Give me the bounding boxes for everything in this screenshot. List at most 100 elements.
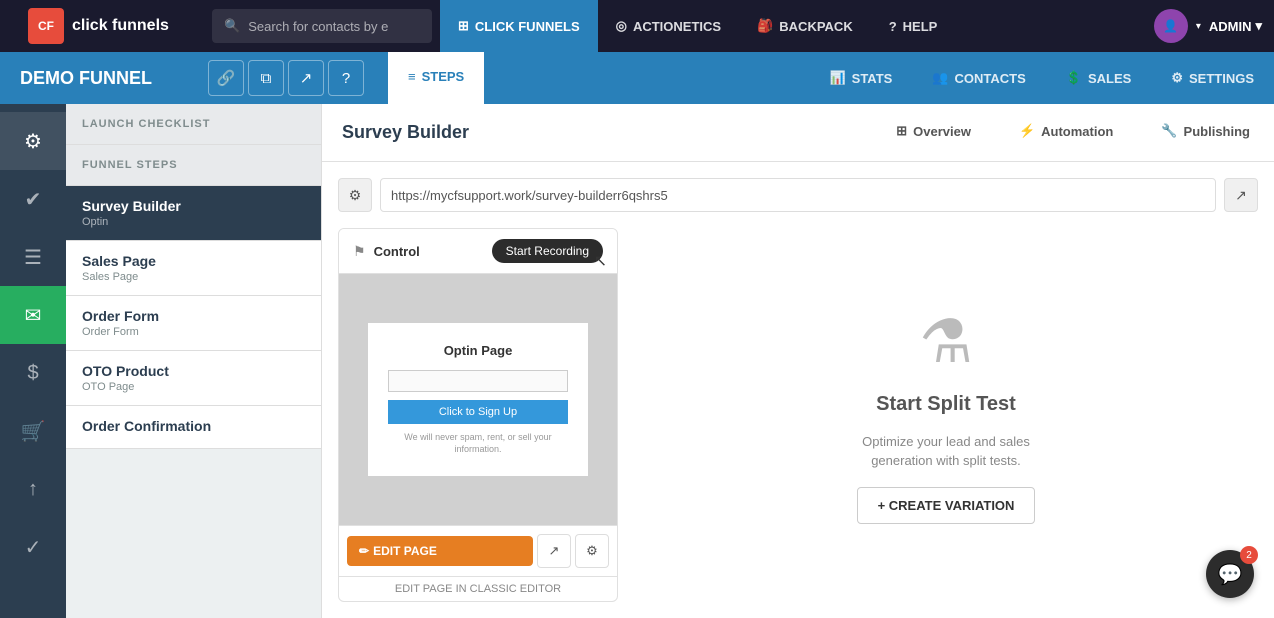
content-tab-automation[interactable]: ⚡ Automation — [995, 104, 1137, 162]
edit-page-button[interactable]: ✏ EDIT PAGE — [347, 536, 533, 566]
tab-steps[interactable]: ≡ STEPS — [388, 52, 484, 104]
tab-contacts[interactable]: 👥 CONTACTS — [912, 52, 1045, 104]
create-variation-button[interactable]: + CREATE VARIATION — [857, 487, 1036, 524]
top-nav-items: ⊞ CLICK FUNNELS ◎ ACTIONETICS 🎒 BACKPACK… — [440, 0, 1154, 52]
actionetics-icon: ◎ — [616, 18, 627, 34]
top-nav-help[interactable]: ? HELP — [871, 0, 956, 52]
admin-label[interactable]: ADMIN ▾ — [1209, 18, 1262, 34]
split-test-description: Optimize your lead and sales generation … — [836, 432, 1056, 471]
stats-icon: 📊 — [829, 70, 845, 86]
tab-settings[interactable]: ⚙ SETTINGS — [1151, 52, 1274, 104]
second-nav-tabs: ≡ STEPS — [388, 52, 484, 104]
url-external-link-button[interactable]: ↗ — [1224, 178, 1258, 212]
funnel-title: DEMO FUNNEL — [0, 68, 200, 89]
logo-icon: CF — [28, 8, 64, 44]
menu-icon: ☰ — [24, 245, 42, 270]
sidebar-item-upload[interactable]: ↑ — [0, 460, 66, 518]
step-oto-product[interactable]: OTO Product OTO Page — [66, 351, 321, 406]
split-test-area: ⚑ Control Start Recording ↖ Optin Page — [338, 228, 1258, 602]
sidebar-item-check2[interactable]: ✓ — [0, 518, 66, 576]
flag-icon: ⚑ — [353, 243, 366, 260]
steps-label: STEPS — [422, 69, 465, 84]
step-name: Order Form — [82, 308, 305, 324]
variant-settings-btn[interactable]: ⚙ — [575, 534, 609, 568]
logo-text: click funnels — [72, 17, 169, 35]
chat-badge: 2 — [1240, 546, 1258, 564]
chevron-icon: ▾ — [1196, 21, 1201, 32]
search-icon: 🔍 — [224, 18, 240, 34]
sidebar-item-menu[interactable]: ☰ — [0, 228, 66, 286]
funnel-steps-panel: LAUNCH CHECKLIST FUNNEL STEPS Survey Bui… — [66, 104, 322, 618]
sidebar-item-cart[interactable]: 🛒 — [0, 402, 66, 460]
clickfunnels-label: CLICK FUNNELS — [475, 19, 580, 34]
upload-icon: ↑ — [28, 478, 38, 501]
settings-label: SETTINGS — [1189, 71, 1254, 86]
step-sales-page[interactable]: Sales Page Sales Page — [66, 241, 321, 296]
publishing-wrench-icon: 🔧 — [1161, 123, 1177, 139]
sidebar-icons: ⚙ ✔ ☰ ✉ $ 🛒 ↑ ✓ — [0, 104, 66, 618]
chat-bubble[interactable]: 💬 2 — [1206, 550, 1254, 598]
url-input[interactable] — [380, 178, 1216, 212]
step-type: Order Form — [82, 326, 305, 338]
sidebar-item-email[interactable]: ✉ — [0, 286, 66, 344]
url-bar: ⚙ ↗ — [338, 178, 1258, 212]
tab-stats[interactable]: 📊 STATS — [809, 52, 912, 104]
step-type: Sales Page — [82, 271, 305, 283]
actionetics-label: ACTIONETICS — [633, 19, 721, 34]
step-name: OTO Product — [82, 363, 305, 379]
step-name: Survey Builder — [82, 198, 305, 214]
logo[interactable]: CF click funnels — [12, 8, 212, 44]
optin-email-field — [388, 370, 568, 392]
funnel-steps-header[interactable]: FUNNEL STEPS — [66, 145, 321, 186]
main-layout: ⚙ ✔ ☰ ✉ $ 🛒 ↑ ✓ LAUNCH CHECKLIST FUNNEL … — [0, 104, 1274, 618]
dollar-icon: $ — [27, 362, 38, 385]
stats-label: STATS — [852, 71, 893, 86]
clickfunnels-icon: ⊞ — [458, 18, 469, 34]
external-link-btn[interactable]: ↗ — [288, 60, 324, 96]
tab-sales[interactable]: 💲 SALES — [1046, 52, 1152, 104]
help-icon: ? — [889, 19, 897, 34]
content-body: ⚙ ↗ ⚑ Control Start Recording ↖ — [322, 162, 1274, 618]
step-name: Order Confirmation — [82, 418, 305, 434]
variant-external-link-btn[interactable]: ↗ — [537, 534, 571, 568]
step-survey-builder[interactable]: Survey Builder Optin — [66, 186, 321, 241]
optin-signup-btn[interactable]: Click to Sign Up — [388, 400, 568, 424]
url-settings-button[interactable]: ⚙ — [338, 178, 372, 212]
sidebar-item-settings[interactable]: ⚙ — [0, 112, 66, 170]
top-nav-backpack[interactable]: 🎒 BACKPACK — [739, 0, 871, 52]
avatar[interactable]: 👤 — [1154, 9, 1188, 43]
sales-label: SALES — [1088, 71, 1131, 86]
sidebar-item-dollar[interactable]: $ — [0, 344, 66, 402]
variant-header: ⚑ Control Start Recording ↖ — [339, 229, 617, 274]
edit-pencil-icon: ✏ — [359, 544, 369, 558]
start-recording-button[interactable]: Start Recording ↖ — [492, 239, 603, 263]
edit-classic-link[interactable]: EDIT PAGE IN CLASSIC EDITOR — [339, 576, 617, 601]
flask-icon: ⚗ — [919, 307, 973, 377]
step-order-form[interactable]: Order Form Order Form — [66, 296, 321, 351]
top-nav-right: 👤 ▾ ADMIN ▾ — [1154, 9, 1262, 43]
help-label: HELP — [903, 19, 938, 34]
step-order-confirmation[interactable]: Order Confirmation — [66, 406, 321, 449]
optin-page-preview: Optin Page Click to Sign Up We will neve… — [368, 323, 588, 475]
cursor-icon: ↖ — [594, 251, 607, 271]
email-icon: ✉ — [25, 303, 42, 328]
optin-disclaimer: We will never spam, rent, or sell your i… — [388, 432, 568, 455]
settings-gear-icon: ⚙ — [24, 129, 42, 154]
content-tab-overview[interactable]: ⊞ Overview — [872, 104, 995, 162]
content-header-tabs: ⊞ Overview ⚡ Automation 🔧 Publishing — [872, 104, 1274, 162]
variant-footer: ✏ EDIT PAGE ↗ ⚙ — [339, 525, 617, 576]
launch-checklist-header[interactable]: LAUNCH CHECKLIST — [66, 104, 321, 145]
question-btn[interactable]: ? — [328, 60, 364, 96]
copy-btn[interactable]: ⧉ — [248, 60, 284, 96]
sidebar-item-checklist[interactable]: ✔ — [0, 170, 66, 228]
split-test-cta: ⚗ Start Split Test Optimize your lead an… — [634, 228, 1258, 602]
steps-icon: ≡ — [408, 69, 416, 84]
content-tab-publishing[interactable]: 🔧 Publishing — [1137, 104, 1274, 162]
content-header: Survey Builder ⊞ Overview ⚡ Automation 🔧… — [322, 104, 1274, 162]
link-btn[interactable]: 🔗 — [208, 60, 244, 96]
variant-preview: Optin Page Click to Sign Up We will neve… — [339, 274, 617, 525]
content-title: Survey Builder — [342, 122, 872, 143]
top-nav-actionetics[interactable]: ◎ ACTIONETICS — [598, 0, 739, 52]
search-bar[interactable]: 🔍 Search for contacts by e — [212, 9, 432, 43]
top-nav-clickfunnels[interactable]: ⊞ CLICK FUNNELS — [440, 0, 598, 52]
